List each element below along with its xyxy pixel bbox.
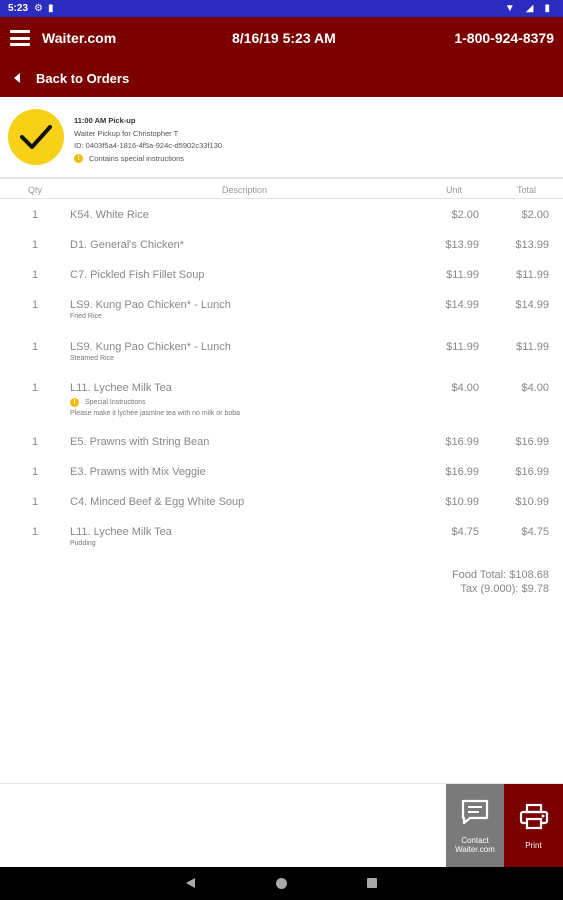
item-total: $16.99 <box>515 466 549 478</box>
bottom-action-bar: Contact Waiter.com Print <box>0 783 563 868</box>
item-unit-price: $11.99 <box>446 269 479 281</box>
nav-home-icon[interactable] <box>276 878 287 889</box>
item-description: D1. General's Chicken* <box>70 239 184 251</box>
print-button[interactable]: Print <box>504 784 563 868</box>
signal-icon: ◢ <box>525 2 534 14</box>
header-qty: Qty <box>28 185 43 195</box>
support-phone[interactable]: 1-800-924-8379 <box>454 30 554 46</box>
food-total: Food Total: $108.68 <box>451 569 549 581</box>
item-qty: 1 <box>32 209 39 221</box>
item-description: K54. White Rice <box>70 209 149 221</box>
contact-waiter-button[interactable]: Contact Waiter.com <box>446 784 504 868</box>
battery-icon: ▮ <box>544 2 550 14</box>
warning-icon: ! <box>74 154 83 164</box>
special-instructions-text: Please make it lychee jasmine tea with n… <box>70 410 241 417</box>
app-header: Waiter.com 8/16/19 5:23 AM 1-800-924-837… <box>0 17 563 97</box>
item-qty: 1 <box>32 341 39 353</box>
back-to-orders-label: Back to Orders <box>36 70 130 86</box>
item-qty: 1 <box>32 239 39 251</box>
item-unit-price: $4.75 <box>451 526 479 538</box>
hamburger-menu-icon[interactable] <box>10 30 30 46</box>
gear-icon: ⚙ <box>34 2 43 14</box>
special-instructions-label: Special Instructions <box>85 399 146 406</box>
chat-icon <box>461 799 489 825</box>
item-description: C4. Minced Beef & Egg White Soup <box>70 496 245 508</box>
item-total: $11.99 <box>516 341 549 353</box>
order-status-check-icon <box>8 109 64 165</box>
item-total: $2.00 <box>521 209 549 221</box>
nav-back-icon[interactable] <box>186 878 195 888</box>
item-description: L11. Lychee Milk Tea <box>70 382 172 394</box>
sim-icon: ▮ <box>47 2 54 14</box>
item-description: C7. Pickled Fish Fillet Soup <box>70 269 205 281</box>
item-unit-price: $16.99 <box>445 466 479 478</box>
pickup-for: Waiter Pickup for Christopher T <box>74 128 179 138</box>
special-instructions-note: Contains special instructions <box>89 153 185 163</box>
item-unit-price: $13.99 <box>445 239 479 251</box>
wifi-icon: ▼ <box>504 2 515 14</box>
item-total: $16.99 <box>515 436 549 448</box>
order-summary: 11:00 AM Pick-up Waiter Pickup for Chris… <box>0 97 563 179</box>
item-qty: 1 <box>32 269 39 281</box>
item-qty: 1 <box>32 526 39 538</box>
item-description: L11. Lychee Milk Tea <box>70 526 172 538</box>
pickup-time: 11:00 AM Pick-up <box>74 116 136 125</box>
warning-icon: ! <box>70 398 79 407</box>
order-id: ID: 0403f5a4-1816-4f5a-924c-d5902c33f130 <box>74 141 223 150</box>
item-total: $11.99 <box>516 269 549 281</box>
item-qty: 1 <box>32 436 39 448</box>
tax-total: Tax (9.000): $9.78 <box>460 583 549 595</box>
header-total: Total <box>517 185 537 195</box>
item-total: $4.00 <box>521 382 549 394</box>
item-option: Pudding <box>70 540 96 547</box>
item-unit-price: $10.99 <box>445 496 479 508</box>
print-label: Print <box>525 840 542 850</box>
back-arrow-icon <box>14 73 20 83</box>
item-total: $4.75 <box>521 526 549 538</box>
item-qty: 1 <box>32 496 39 508</box>
item-unit-price: $2.00 <box>451 209 479 221</box>
table-header: Qty Description Unit Total <box>0 181 563 199</box>
contact-label-line1: Contact <box>461 836 489 845</box>
item-unit-price: $16.99 <box>445 436 479 448</box>
header-datetime: 8/16/19 5:23 AM <box>232 30 336 46</box>
item-description: LS9. Kung Pao Chicken* - Lunch <box>70 341 231 353</box>
status-time: 5:23 <box>8 3 29 14</box>
header-unit: Unit <box>446 185 463 195</box>
item-unit-price: $14.99 <box>445 299 479 311</box>
nav-recents-icon[interactable] <box>367 878 377 888</box>
item-total: $14.99 <box>515 299 549 311</box>
item-qty: 1 <box>32 466 39 478</box>
printer-icon <box>519 803 548 829</box>
brand-title: Waiter.com <box>42 30 117 46</box>
item-description: LS9. Kung Pao Chicken* - Lunch <box>70 299 231 311</box>
item-option: Fried Rice <box>70 313 102 320</box>
item-description: E5. Prawns with String Bean <box>70 436 210 448</box>
system-nav-bar <box>0 867 563 900</box>
item-qty: 1 <box>32 382 39 394</box>
item-qty: 1 <box>32 299 39 311</box>
back-to-orders-button[interactable]: Back to Orders <box>0 59 129 97</box>
item-unit-price: $11.99 <box>446 341 479 353</box>
item-option: Steamed Rice <box>70 355 114 362</box>
order-totals: Food Total: $108.68 Tax (9.000): $9.78 <box>452 568 549 596</box>
item-total: $13.99 <box>515 239 549 251</box>
header-description: Description <box>222 185 268 195</box>
item-unit-price: $4.00 <box>451 382 479 394</box>
contact-label-line2: Waiter.com <box>455 845 495 854</box>
item-description: E3. Prawns with Mix Veggie <box>70 466 206 478</box>
status-bar: 5:23 ⚙ ▮ ▼ ◢ ▮ <box>0 0 563 17</box>
item-total: $10.99 <box>515 496 549 508</box>
